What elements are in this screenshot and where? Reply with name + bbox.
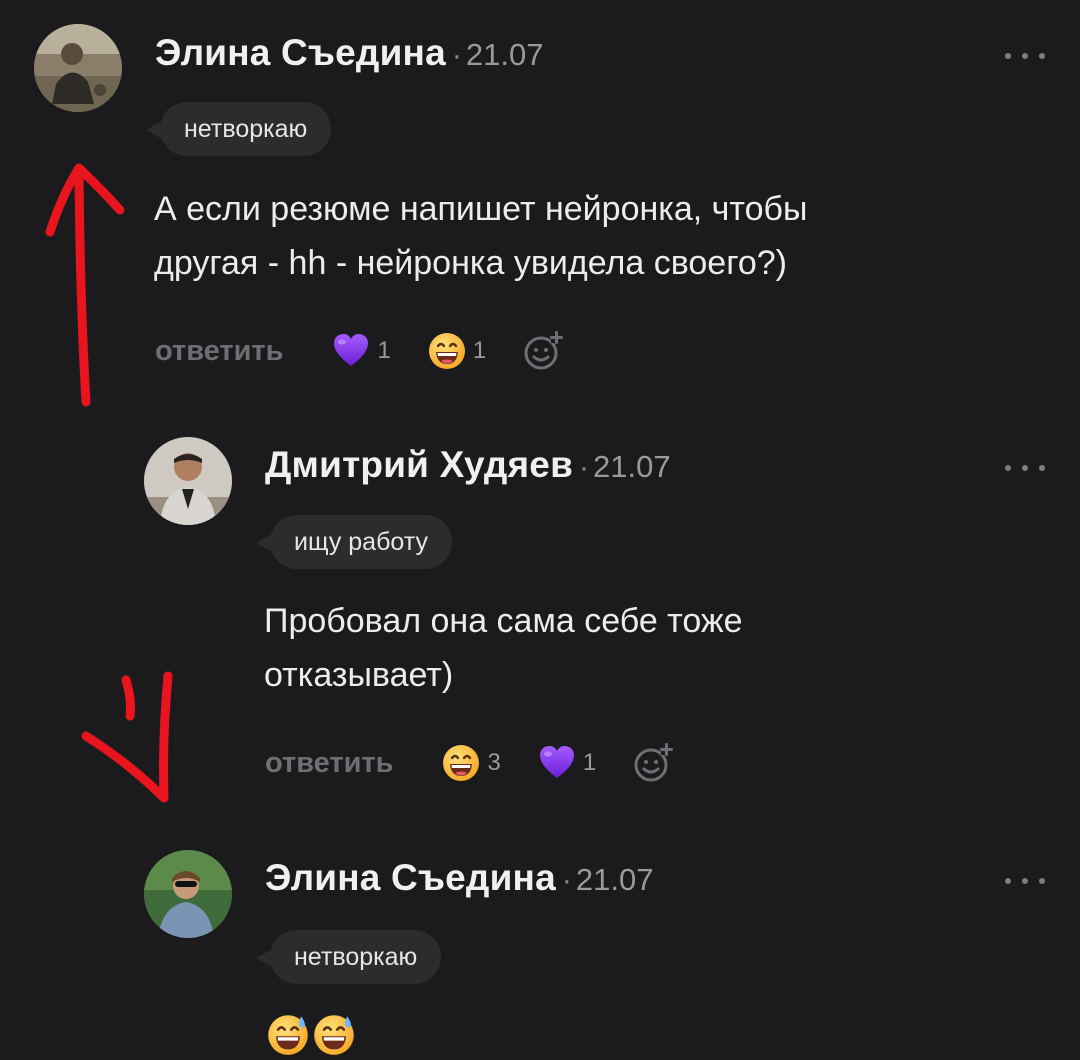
more-dots-icon[interactable] [1005, 458, 1045, 478]
annotation-arrow-down-tail [121, 675, 135, 721]
grinning-face-icon [427, 331, 467, 371]
comment-header: Дмитрий Худяев · 21.07 [265, 444, 671, 486]
status-badge: нетворкаю [255, 930, 442, 984]
author-name[interactable]: Дмитрий Худяев [265, 444, 573, 485]
more-dots-icon[interactable] [1005, 871, 1045, 891]
reaction-grinning-face[interactable]: 3 [441, 743, 501, 783]
grinning-sweat-face-icon [312, 1012, 356, 1056]
separator: · [561, 864, 572, 897]
avatar[interactable] [144, 850, 232, 938]
avatar[interactable] [144, 437, 232, 525]
annotation-arrow-up [74, 165, 91, 407]
annotation-arrow-down-head [81, 731, 169, 803]
comment-date: 21.07 [465, 37, 544, 72]
comment-date: 21.07 [575, 862, 654, 897]
annotation-arrow-up-head [45, 163, 125, 237]
reply-button[interactable]: ответить [155, 335, 283, 368]
reaction-count: 1 [582, 749, 597, 776]
avatar[interactable] [34, 24, 122, 112]
reaction-purple-heart[interactable]: 1 [331, 331, 391, 371]
reaction-count: 1 [377, 337, 391, 364]
comment-header: Элина Съедина · 21.07 [155, 32, 543, 74]
comment-actions: ответить 3 1 [265, 738, 674, 788]
comment-text: Пробовал она сама себе тоже отказывает) [264, 602, 743, 694]
more-dots-icon[interactable] [1005, 46, 1045, 66]
comment-date: 21.07 [593, 449, 671, 484]
reaction-purple-heart[interactable]: 1 [537, 743, 596, 783]
comment-text: А если резюме напишет нейронка, чтобы др… [154, 190, 808, 282]
status-badge: нетворкаю [145, 102, 332, 156]
reply-button[interactable]: ответить [265, 747, 393, 780]
separator: · [451, 39, 462, 72]
add-reaction-icon[interactable] [522, 330, 564, 372]
comment-emoji-text [266, 1012, 356, 1056]
author-name[interactable]: Элина Съедина [265, 857, 556, 898]
annotation-arrow-down [159, 671, 173, 801]
separator: · [579, 451, 590, 484]
status-badge: ищу работу [256, 515, 452, 569]
add-reaction-icon[interactable] [632, 742, 674, 784]
purple-heart-icon [331, 331, 371, 371]
author-name[interactable]: Элина Съедина [155, 32, 446, 73]
reaction-count: 1 [472, 337, 487, 364]
comment-header: Элина Съедина · 21.07 [265, 857, 653, 899]
reaction-grinning-face[interactable]: 1 [427, 331, 486, 371]
grinning-face-icon [441, 743, 481, 783]
grinning-sweat-face-icon [266, 1012, 310, 1056]
reaction-count: 3 [487, 749, 501, 776]
comment-actions: ответить 1 1 [155, 326, 564, 376]
purple-heart-icon [537, 743, 577, 783]
